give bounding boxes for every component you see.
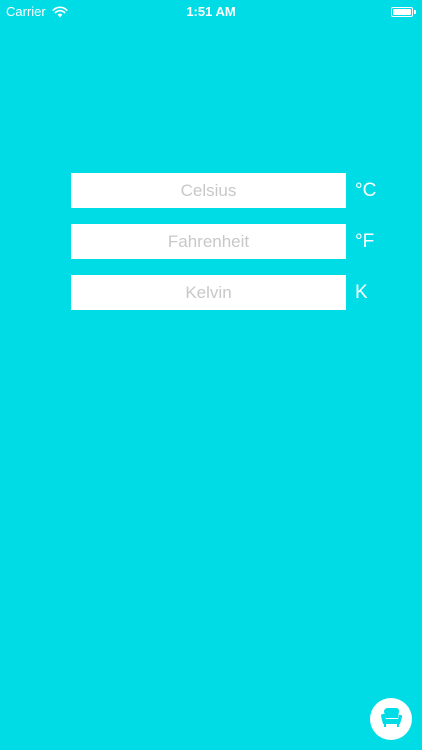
kelvin-input[interactable] [71, 275, 346, 310]
status-bar: Carrier 1:51 AM [0, 0, 422, 24]
app-info-button[interactable] [370, 698, 412, 740]
celsius-unit-label: °C [355, 179, 377, 201]
celsius-row: °C [71, 173, 376, 208]
fahrenheit-input[interactable] [71, 224, 346, 259]
celsius-input[interactable] [71, 173, 346, 208]
fahrenheit-unit-label: °F [355, 230, 375, 252]
kelvin-row: K [71, 275, 368, 310]
status-time: 1:51 AM [186, 4, 236, 19]
chair-icon [377, 703, 405, 736]
fahrenheit-row: °F [71, 224, 374, 259]
kelvin-unit-label: K [355, 281, 368, 303]
battery-icon [391, 6, 416, 18]
